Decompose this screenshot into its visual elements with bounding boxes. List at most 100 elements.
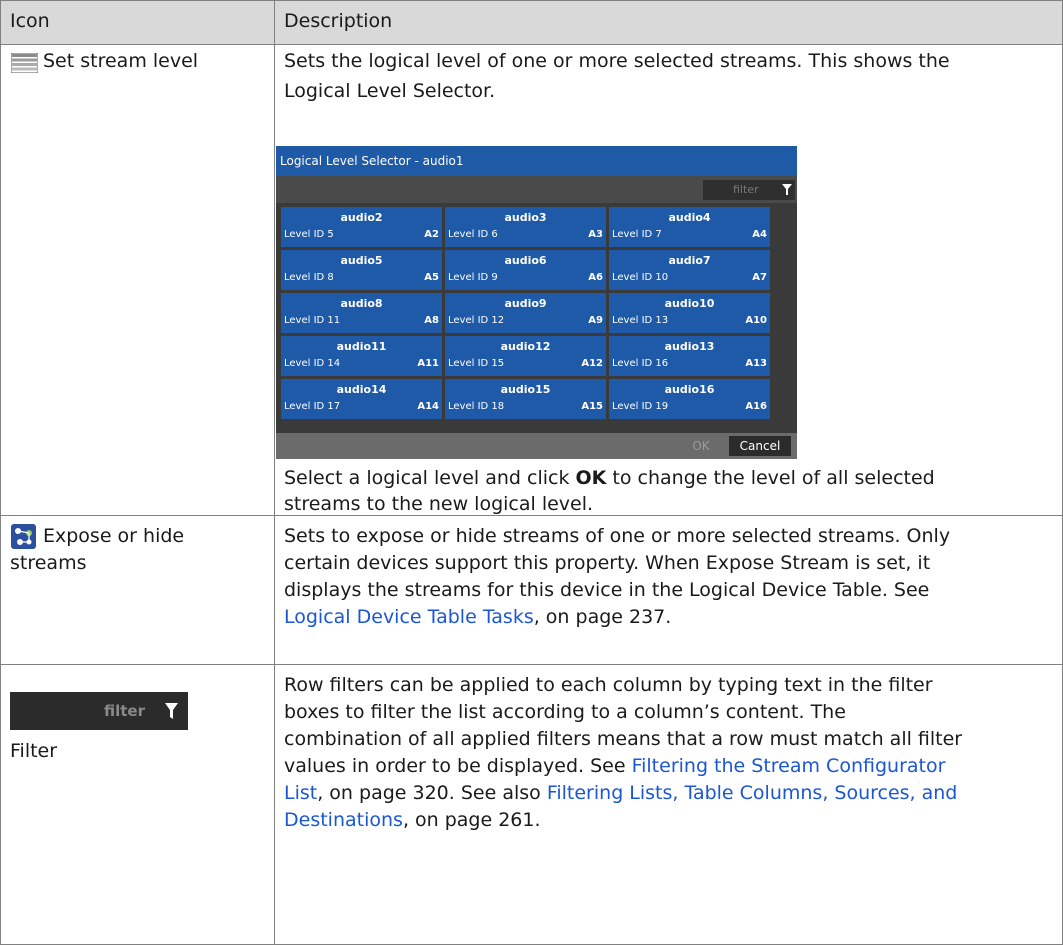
level-tile[interactable]: audio6 Level ID 9 A6 xyxy=(445,250,606,290)
description-text: Sets the logical level of one or more se… xyxy=(284,50,950,72)
level-code: A14 xyxy=(417,401,439,412)
level-name: audio12 xyxy=(500,340,551,353)
description-text: Sets to expose or hide streams of one or… xyxy=(284,525,951,547)
description-text: , on page 261. xyxy=(402,809,541,831)
level-code: A6 xyxy=(588,272,603,283)
expose-hide-label: Expose or hide xyxy=(43,525,185,547)
level-name: audio3 xyxy=(504,211,547,224)
logical-level-selector-dialog: Logical Level Selector - audio1 filter a… xyxy=(276,146,797,459)
description-text: List, on page 320. See also Filtering Li… xyxy=(284,781,957,807)
level-id: Level ID 19 xyxy=(612,401,669,412)
level-code: A13 xyxy=(745,358,767,369)
column-divider xyxy=(274,0,275,945)
description-text: Row filters can be applied to each colum… xyxy=(284,674,933,696)
description-text: streams to the new logical level. xyxy=(284,493,594,515)
description-text: , on page 320. See also xyxy=(317,782,547,804)
cancel-button[interactable]: Cancel xyxy=(729,436,791,456)
expose-streams-icon xyxy=(11,524,36,549)
filter-box-icon: filter xyxy=(10,692,188,730)
level-id: Level ID 15 xyxy=(448,358,505,369)
filtering-stream-configurator-link[interactable]: List xyxy=(284,782,317,804)
filter-label: Filter xyxy=(10,740,58,762)
row-divider xyxy=(0,44,1063,45)
level-name: audio5 xyxy=(340,254,383,267)
filtering-lists-link[interactable]: Destinations xyxy=(284,809,403,831)
description-text: certain devices support this property. W… xyxy=(284,552,931,574)
level-name: audio11 xyxy=(336,340,387,353)
expose-hide-label: streams xyxy=(10,552,87,574)
dialog-toolbar: filter xyxy=(276,176,797,203)
description-text: Select a logical level and click xyxy=(284,467,576,489)
ok-emphasis: OK xyxy=(575,467,607,489)
level-id: Level ID 13 xyxy=(612,315,669,326)
dialog-title: Logical Level Selector - audio1 xyxy=(276,146,797,176)
filtering-lists-link[interactable]: Filtering Lists, Table Columns, Sources,… xyxy=(547,782,958,804)
level-tile[interactable]: audio2 Level ID 5 A2 xyxy=(281,207,442,247)
level-id: Level ID 16 xyxy=(612,358,669,369)
level-id: Level ID 6 xyxy=(448,229,498,240)
logical-device-table-tasks-link[interactable]: Logical Device Table Tasks xyxy=(284,606,534,628)
level-name: audio2 xyxy=(340,211,383,224)
row-divider xyxy=(0,664,1063,665)
level-tile[interactable]: audio14 Level ID 17 A14 xyxy=(281,379,442,419)
level-id: Level ID 5 xyxy=(284,229,334,240)
level-code: A7 xyxy=(752,272,767,283)
level-id: Level ID 12 xyxy=(448,315,505,326)
level-tile[interactable]: audio5 Level ID 8 A5 xyxy=(281,250,442,290)
level-id: Level ID 14 xyxy=(284,358,341,369)
level-id: Level ID 8 xyxy=(284,272,334,283)
level-tile[interactable]: audio12 Level ID 15 A12 xyxy=(445,336,606,376)
description-text: , on page 237. xyxy=(533,606,672,628)
stacked-bars-icon xyxy=(11,53,38,73)
filter-placeholder: filter xyxy=(733,183,759,196)
level-name: audio14 xyxy=(336,383,387,396)
level-id: Level ID 9 xyxy=(448,272,498,283)
description-text: boxes to filter the list according to a … xyxy=(284,701,846,723)
level-name: audio9 xyxy=(504,297,547,310)
description-text: Select a logical level and click OK to c… xyxy=(284,466,935,492)
description-text: Logical Device Table Tasks, on page 237. xyxy=(284,605,671,631)
level-code: A11 xyxy=(417,358,439,369)
level-name: audio15 xyxy=(500,383,551,396)
level-name: audio7 xyxy=(668,254,711,267)
level-code: A5 xyxy=(424,272,439,283)
level-tile[interactable]: audio11 Level ID 14 A11 xyxy=(281,336,442,376)
level-tile[interactable]: audio15 Level ID 18 A15 xyxy=(445,379,606,419)
description-text: Destinations, on page 261. xyxy=(284,808,541,834)
level-name: audio8 xyxy=(340,297,383,310)
dialog-footer: OK Cancel xyxy=(276,433,797,459)
filter-box-text: filter xyxy=(104,702,146,720)
level-tile[interactable]: audio7 Level ID 10 A7 xyxy=(609,250,770,290)
level-code: A10 xyxy=(745,315,767,326)
description-text: displays the streams for this device in … xyxy=(284,579,930,601)
level-tile[interactable]: audio8 Level ID 11 A8 xyxy=(281,293,442,333)
header-description-label: Description xyxy=(284,10,393,32)
level-id: Level ID 17 xyxy=(284,401,341,412)
level-name: audio6 xyxy=(504,254,547,267)
description-text: to change the level of all selected xyxy=(606,467,935,489)
set-stream-level-label: Set stream level xyxy=(43,50,199,72)
level-id: Level ID 10 xyxy=(612,272,669,283)
level-tile[interactable]: audio3 Level ID 6 A3 xyxy=(445,207,606,247)
level-tile[interactable]: audio9 Level ID 12 A9 xyxy=(445,293,606,333)
level-code: A16 xyxy=(745,401,767,412)
level-tile[interactable]: audio10 Level ID 13 A10 xyxy=(609,293,770,333)
level-tile[interactable]: audio13 Level ID 16 A13 xyxy=(609,336,770,376)
level-name: audio10 xyxy=(664,297,715,310)
level-code: A3 xyxy=(588,229,603,240)
table-header xyxy=(0,0,1063,44)
description-text: combination of all applied filters means… xyxy=(284,728,963,750)
level-code: A2 xyxy=(424,229,439,240)
level-id: Level ID 7 xyxy=(612,229,662,240)
level-tile[interactable]: audio16 Level ID 19 A16 xyxy=(609,379,770,419)
level-name: audio16 xyxy=(664,383,715,396)
level-id: Level ID 11 xyxy=(284,315,341,326)
dialog-filter-input[interactable]: filter xyxy=(703,180,795,200)
filtering-stream-configurator-link[interactable]: Filtering the Stream Configurator xyxy=(632,755,946,777)
column-divider xyxy=(0,0,1,945)
level-tile[interactable]: audio4 Level ID 7 A4 xyxy=(609,207,770,247)
level-id: Level ID 18 xyxy=(448,401,505,412)
level-code: A4 xyxy=(752,229,767,240)
level-code: A15 xyxy=(581,401,603,412)
ok-button[interactable]: OK xyxy=(676,436,726,456)
